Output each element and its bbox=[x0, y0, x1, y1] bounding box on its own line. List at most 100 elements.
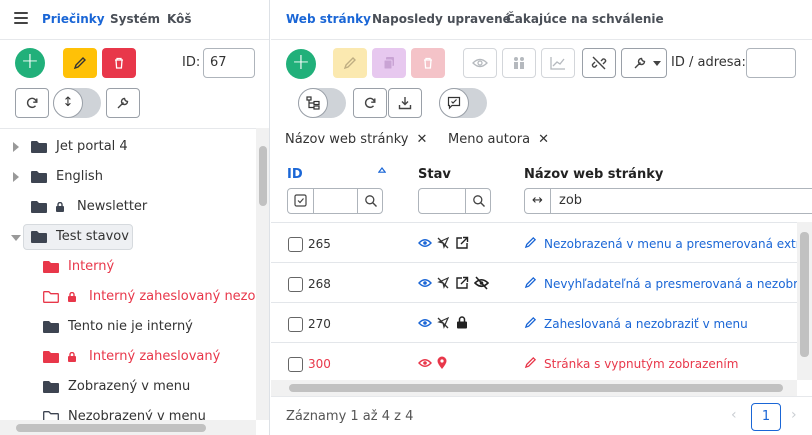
tree-item-english[interactable]: English bbox=[0, 163, 256, 191]
status-filter-search-button[interactable] bbox=[465, 189, 491, 213]
eye-icon bbox=[472, 58, 488, 68]
caret-down-icon[interactable] bbox=[11, 234, 21, 242]
row-checkbox[interactable] bbox=[288, 237, 303, 252]
tree-item-interny[interactable]: Interný bbox=[0, 253, 256, 281]
next-page-icon[interactable]: › bbox=[791, 407, 797, 423]
settings-button[interactable] bbox=[106, 88, 140, 118]
caret-right-icon[interactable] bbox=[12, 172, 20, 182]
column-header-name[interactable]: Názov web stránky bbox=[524, 167, 663, 182]
id-filter-input[interactable] bbox=[314, 189, 357, 213]
row-checkbox[interactable] bbox=[288, 357, 303, 372]
tree-item-nezobrazeny-v-menu[interactable]: Nezobrazený v menu bbox=[0, 403, 256, 420]
table-row[interactable]: 265 Nezobrazená v menu a presmerovaná ex… bbox=[271, 222, 812, 262]
add-page-button[interactable]: + bbox=[286, 49, 316, 79]
row-id: 300 bbox=[308, 357, 331, 371]
scrollbar-thumb[interactable] bbox=[16, 424, 206, 432]
tab-recently-edited[interactable]: Naposledy upravené bbox=[372, 12, 511, 26]
folder-icon bbox=[31, 171, 47, 183]
folder-icon bbox=[43, 351, 59, 363]
edit-folder-button[interactable] bbox=[63, 48, 97, 78]
filter-chip-label: Meno autora bbox=[448, 132, 531, 147]
table-vertical-scrollbar[interactable] bbox=[797, 222, 812, 380]
trash-icon bbox=[115, 57, 123, 69]
comments-toggle[interactable] bbox=[439, 88, 487, 118]
add-folder-button[interactable]: + bbox=[15, 48, 45, 78]
tools-dropdown-button[interactable] bbox=[621, 48, 667, 78]
id-filter-group bbox=[287, 188, 383, 214]
check-square-icon bbox=[294, 194, 307, 207]
statistics-button[interactable] bbox=[541, 48, 575, 78]
tab-trash[interactable]: Kôš bbox=[167, 12, 191, 26]
refresh-button[interactable] bbox=[15, 88, 49, 118]
name-filter-input[interactable]: zob bbox=[559, 189, 582, 213]
row-checkbox[interactable] bbox=[288, 277, 303, 292]
table-row[interactable]: 300 Stránka s vypnutým zobrazením bbox=[271, 342, 812, 380]
refresh-icon bbox=[26, 97, 38, 109]
prev-page-icon[interactable]: ‹ bbox=[731, 407, 737, 423]
table-row[interactable]: 268 Nevyhľadateľná a presmerovaná a nezo… bbox=[271, 262, 812, 302]
filter-chip-label: Názov web stránky bbox=[285, 132, 409, 147]
column-header-id[interactable]: ID bbox=[287, 167, 303, 182]
id-address-label: ID / adresa: bbox=[671, 55, 746, 70]
tab-awaiting-approval[interactable]: Čakajúce na schválenie bbox=[506, 12, 664, 26]
search-icon bbox=[365, 195, 377, 207]
tree-item-interny-zaheslovany-nezobrazeny[interactable]: Interný zaheslovaný nezobrazený bbox=[0, 283, 256, 311]
filter-chip-author[interactable]: Meno autora ✕ bbox=[448, 132, 549, 147]
wrench-icon bbox=[117, 97, 129, 109]
duplicate-page-button[interactable] bbox=[372, 48, 406, 78]
id-address-input[interactable] bbox=[746, 48, 796, 78]
status-filter-input[interactable] bbox=[419, 189, 465, 213]
sort-asc-icon[interactable] bbox=[378, 167, 386, 173]
scrollbar-thumb[interactable] bbox=[800, 232, 809, 357]
folder-id-input[interactable]: 67 bbox=[203, 48, 255, 78]
tree-view-toggle[interactable] bbox=[298, 88, 346, 118]
scrollbar-thumb[interactable] bbox=[259, 146, 267, 206]
table-horizontal-scrollbar[interactable] bbox=[271, 380, 797, 396]
menu-icon[interactable] bbox=[14, 12, 28, 24]
table-row[interactable]: 270 Zaheslovaná a nezobraziť v menu bbox=[271, 302, 812, 342]
refresh-pages-button[interactable] bbox=[353, 88, 387, 118]
table-footer: Záznamy 1 až 4 z 4 ‹ 1 › bbox=[271, 396, 812, 435]
id-filter-search-button[interactable] bbox=[357, 189, 383, 213]
delete-page-button[interactable] bbox=[411, 48, 445, 78]
pages-panel-tabs: Web stránky Naposledy upravené Čakajúce … bbox=[271, 0, 812, 40]
close-icon[interactable]: ✕ bbox=[417, 132, 428, 147]
arrows-horizontal-icon[interactable]: ↔ bbox=[525, 189, 551, 213]
row-page-name-link[interactable]: Zaheslovaná a nezobraziť v menu bbox=[544, 317, 748, 331]
tree-item-newsletter[interactable]: Newsletter bbox=[0, 193, 256, 221]
hide-links-button[interactable] bbox=[582, 48, 616, 78]
tree-item-zobrazeny-v-menu[interactable]: Zobrazený v menu bbox=[0, 373, 256, 401]
page-button-current[interactable]: 1 bbox=[751, 403, 781, 431]
caret-right-icon[interactable] bbox=[12, 142, 20, 152]
tab-system[interactable]: Systém bbox=[110, 12, 160, 26]
sitemap-icon bbox=[298, 88, 328, 118]
tab-folders[interactable]: Priečinky bbox=[42, 12, 105, 26]
row-id: 270 bbox=[308, 317, 331, 331]
filter-chip-page-name[interactable]: Názov web stránky ✕ bbox=[285, 132, 427, 147]
edit-page-button[interactable] bbox=[333, 48, 367, 78]
delete-folder-button[interactable] bbox=[102, 48, 136, 78]
row-page-name-link[interactable]: Nevyhľadateľná a presmerovaná a nezobraz… bbox=[544, 277, 812, 291]
navigation-off-icon bbox=[437, 276, 450, 289]
tree-item-jet-portal[interactable]: Jet portal 4 bbox=[0, 133, 256, 161]
export-button[interactable] bbox=[388, 88, 422, 118]
eye-slash-icon bbox=[474, 276, 489, 290]
row-checkbox[interactable] bbox=[288, 317, 303, 332]
sort-toggle[interactable]: ↕ bbox=[53, 88, 101, 118]
row-page-name-link[interactable]: Stránka s vypnutým zobrazením bbox=[544, 357, 738, 371]
tree-item-tento-nie-je-interny[interactable]: Tento nie je interný bbox=[0, 313, 256, 341]
filter-mode-button[interactable] bbox=[288, 189, 314, 213]
tree-item-interny-zaheslovany[interactable]: Interný zaheslovaný bbox=[0, 343, 256, 371]
tree-item-test-stavov[interactable]: Test stavov bbox=[0, 223, 256, 251]
row-id: 268 bbox=[308, 277, 331, 291]
users-button[interactable] bbox=[502, 48, 536, 78]
preview-button[interactable] bbox=[463, 48, 497, 78]
column-header-status[interactable]: Stav bbox=[418, 167, 451, 182]
close-icon[interactable]: ✕ bbox=[538, 132, 549, 147]
status-filter-group bbox=[418, 188, 491, 214]
tree-horizontal-scrollbar[interactable] bbox=[0, 420, 256, 435]
scrollbar-thumb[interactable] bbox=[289, 384, 783, 392]
tree-vertical-scrollbar[interactable] bbox=[256, 128, 269, 420]
row-page-name-link[interactable]: Nezobrazená v menu a presmerovaná extrem bbox=[544, 237, 812, 251]
tab-web-pages[interactable]: Web stránky bbox=[286, 12, 371, 26]
